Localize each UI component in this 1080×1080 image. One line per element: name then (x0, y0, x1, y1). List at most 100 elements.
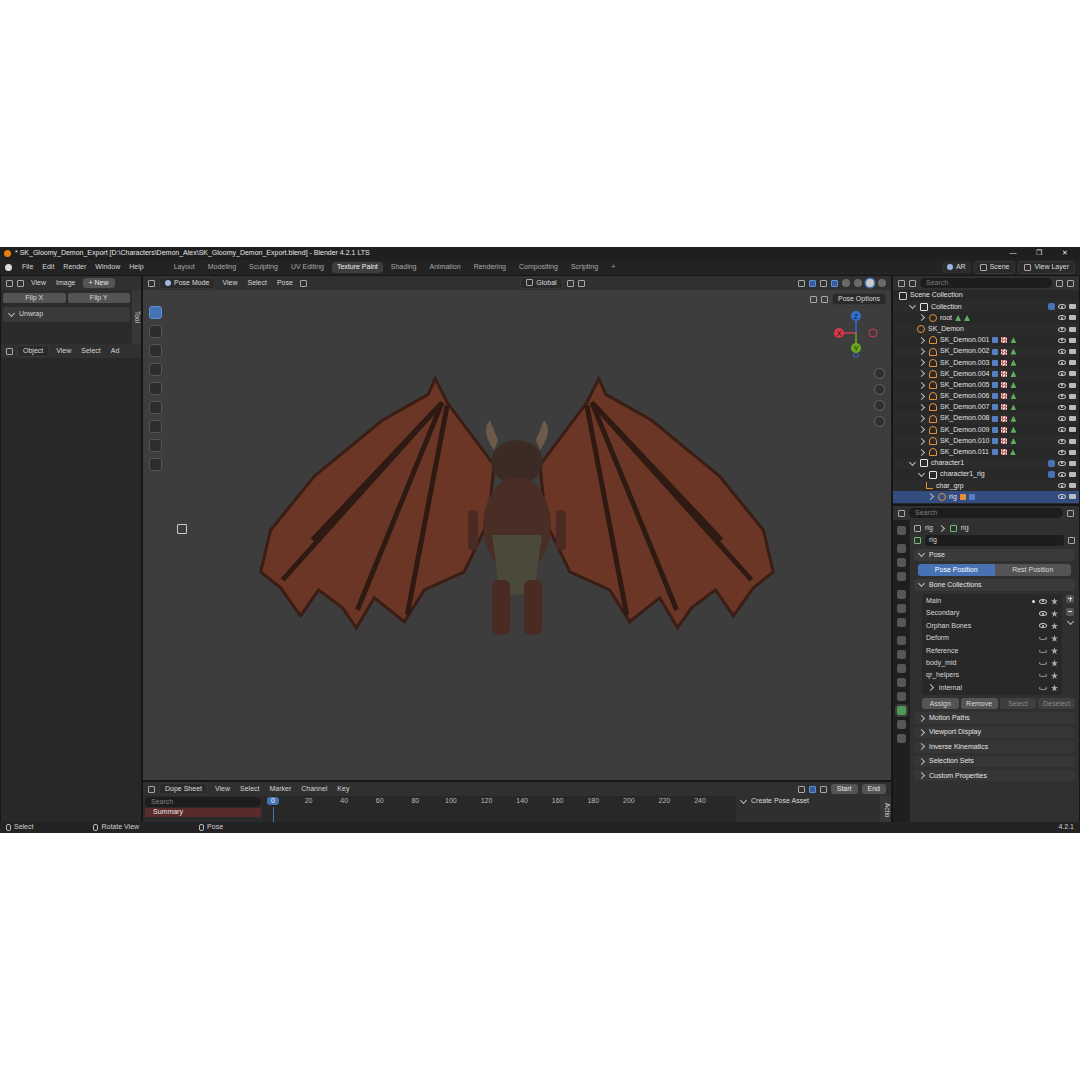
view-layer-selector[interactable]: View Layer (1018, 261, 1075, 273)
render-tab-icon[interactable] (897, 544, 906, 553)
solid-shading-icon[interactable] (854, 279, 862, 287)
outliner-row[interactable]: rig (893, 491, 1079, 502)
outliner-row[interactable]: SK_Demon.001 (893, 335, 1079, 346)
eye-icon[interactable] (1058, 383, 1066, 388)
eye-icon[interactable] (1058, 338, 1066, 343)
eye-icon[interactable] (1058, 405, 1066, 410)
camera-icon[interactable] (1069, 439, 1076, 444)
outliner-row[interactable]: Scene Collection (893, 290, 1079, 301)
channel-row[interactable]: Summary (145, 808, 261, 816)
camera-icon[interactable] (1069, 304, 1076, 309)
workspace-tab[interactable]: Sculpting (244, 262, 283, 272)
outliner-row[interactable]: root (893, 312, 1079, 323)
menu-item[interactable]: Edit (39, 263, 57, 271)
pose-panel[interactable]: Pose (914, 549, 1075, 561)
modifier-tab-icon[interactable] (897, 650, 906, 659)
outliner-row[interactable]: SK_Demon (893, 324, 1079, 335)
properties-search[interactable]: Search (909, 508, 1063, 518)
star-icon[interactable] (1051, 635, 1058, 642)
editor-type-icon[interactable] (898, 510, 905, 517)
star-icon[interactable] (1051, 647, 1058, 654)
new-collection-icon[interactable] (1067, 280, 1074, 287)
bone-collection-row[interactable]: Orphan Bones (922, 620, 1062, 632)
blender-menu-icon[interactable] (5, 264, 12, 271)
expand-icon[interactable] (918, 404, 925, 411)
close-icon[interactable] (821, 296, 828, 303)
viewport-canvas[interactable]: Pose OptionsZXY (143, 290, 891, 780)
flip-button[interactable]: Flip Y (68, 293, 131, 303)
menu-item[interactable]: Select (244, 279, 269, 287)
add-icon[interactable] (1066, 595, 1074, 603)
outliner-row[interactable]: SK_Demon.009 (893, 424, 1079, 435)
menu-item[interactable]: Select (78, 347, 103, 355)
window-control-button[interactable]: ❐ (1028, 249, 1050, 257)
create-pose-asset-panel[interactable]: Create Pose Asset (739, 797, 877, 805)
expand-icon[interactable] (918, 382, 925, 389)
outliner-row[interactable]: SK_Demon.006 (893, 391, 1079, 402)
camera-icon[interactable] (1069, 427, 1076, 432)
eye-icon[interactable] (1058, 483, 1066, 488)
rotate-tool-icon[interactable] (149, 363, 162, 376)
eye-icon[interactable] (1058, 315, 1066, 320)
tool-tab-icon[interactable] (897, 526, 906, 535)
pose-position-button[interactable]: Pose Position (918, 564, 995, 575)
camera-icon[interactable] (1069, 416, 1076, 421)
star-icon[interactable] (1051, 684, 1058, 691)
expand-icon[interactable] (918, 426, 925, 433)
eye-icon[interactable] (1058, 461, 1066, 466)
pan-icon[interactable] (874, 384, 885, 395)
eye-icon[interactable] (1058, 416, 1066, 421)
eye-icon[interactable] (1039, 649, 1047, 653)
exclude-checkbox[interactable] (1048, 471, 1055, 478)
eye-icon[interactable] (1058, 472, 1066, 477)
menu-item[interactable]: View (53, 347, 74, 355)
filter-icon[interactable] (1056, 280, 1063, 287)
remove-icon[interactable] (1066, 608, 1074, 616)
measure-tool-icon[interactable] (149, 439, 162, 452)
menu-item[interactable]: Pose (274, 279, 296, 287)
expand-icon[interactable] (918, 337, 925, 344)
scene-selector[interactable]: Scene (974, 261, 1016, 273)
workspace-tab[interactable]: Shading (386, 262, 422, 272)
xray-icon[interactable] (831, 280, 838, 287)
current-frame[interactable]: 0 (267, 797, 279, 805)
collapsed-panel[interactable]: Inverse Kinematics (914, 741, 1075, 752)
workspace-tab[interactable]: UV Editing (286, 262, 329, 272)
editor-type-icon[interactable] (6, 348, 13, 355)
workspace-tab[interactable]: Rendering (469, 262, 511, 272)
camera-icon[interactable] (1069, 349, 1076, 354)
orientation-dropdown[interactable]: Global (520, 277, 562, 289)
material-shading-icon[interactable] (866, 279, 874, 287)
camera-icon[interactable] (1069, 405, 1076, 410)
exclude-checkbox[interactable] (1048, 303, 1055, 310)
view-tab-icon[interactable] (897, 572, 906, 581)
expand-icon[interactable] (918, 470, 925, 477)
eye-icon[interactable] (1039, 611, 1047, 616)
bone-collection-row[interactable]: Deform (922, 632, 1062, 644)
bend-tool-icon[interactable] (149, 458, 162, 471)
move-tool-icon[interactable] (149, 344, 162, 357)
camera-icon[interactable] (1069, 315, 1076, 320)
eye-icon[interactable] (1039, 686, 1047, 690)
expand-icon[interactable] (918, 314, 925, 321)
exclude-checkbox[interactable] (1048, 460, 1055, 467)
editor-type-icon[interactable] (148, 786, 155, 793)
menu-item[interactable]: File (19, 263, 36, 271)
bone-collection-row[interactable]: qr_helpers (922, 669, 1062, 681)
outliner-row[interactable]: SK_Demon.003 (893, 357, 1079, 368)
gizmo-toggle-icon[interactable] (809, 280, 816, 287)
constraint-tab-icon[interactable] (897, 692, 906, 701)
end-button[interactable]: End (862, 784, 886, 794)
expand-icon[interactable] (927, 684, 934, 691)
star-icon[interactable] (1051, 660, 1058, 667)
collapsed-panel[interactable]: Motion Paths (914, 712, 1075, 723)
workspace-tab[interactable]: Texture Paint (332, 262, 383, 272)
flip-button[interactable]: Flip X (3, 293, 66, 303)
object-mode-dropdown[interactable]: Object (17, 345, 49, 357)
visibility-icon[interactable] (798, 280, 805, 287)
menu-item[interactable]: Select (237, 785, 262, 793)
particles-tab-icon[interactable] (897, 664, 906, 673)
expand-icon[interactable] (918, 348, 925, 355)
window-control-button[interactable]: ✕ (1054, 249, 1076, 257)
expand-icon[interactable] (918, 393, 925, 400)
